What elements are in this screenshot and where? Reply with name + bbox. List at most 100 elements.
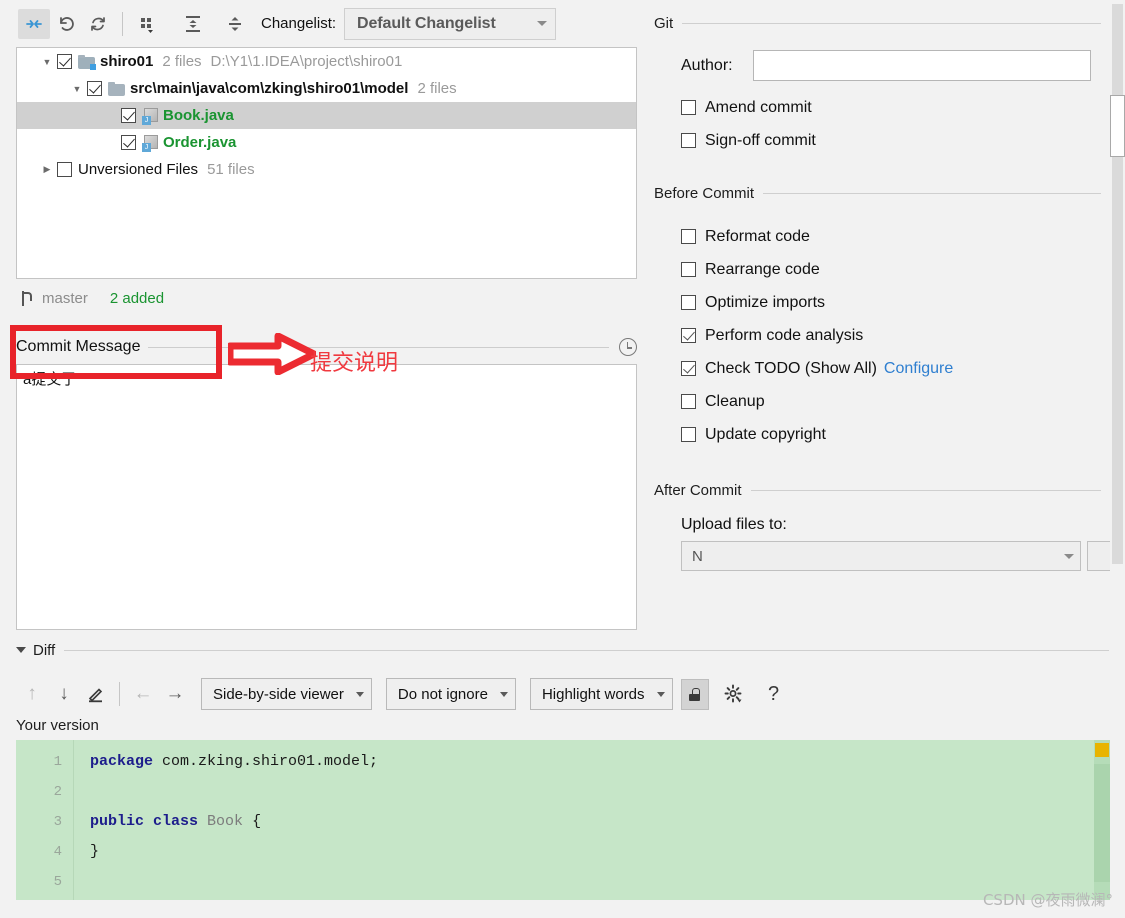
collapse-all-icon[interactable] <box>219 9 251 39</box>
show-diff-icon[interactable] <box>18 8 50 39</box>
cleanup-checkbox[interactable]: Cleanup <box>645 385 1125 418</box>
expand-all-icon[interactable] <box>177 9 209 39</box>
checkbox-box[interactable] <box>681 361 696 376</box>
chevron-down-icon <box>355 691 364 697</box>
after-commit-group-label: After Commit <box>654 481 742 499</box>
lock-icon[interactable] <box>680 678 709 710</box>
table-row[interactable]: Order.java <box>17 129 636 156</box>
before-commit-group-header: Before Commit <box>645 180 1125 206</box>
code-content[interactable]: package com.zking.shiro01.model; public … <box>74 740 1110 900</box>
git-group-header: Git <box>645 10 1125 36</box>
table-row[interactable]: Unversioned Files 51 files <box>17 156 636 183</box>
checkbox-box[interactable] <box>681 295 696 310</box>
code-line: package com.zking.shiro01.model; <box>90 747 1110 777</box>
checkbox-box[interactable] <box>681 427 696 442</box>
diff-section-header[interactable]: Diff <box>16 637 1109 663</box>
row-name: Unversioned Files <box>78 161 199 178</box>
scrollbar-thumb[interactable] <box>1094 764 1110 882</box>
code-token: com.zking.shiro01.model; <box>153 753 379 770</box>
code-token: package <box>90 753 154 770</box>
commit-message-input[interactable]: a提交了 <box>16 364 637 630</box>
after-commit-group-header: After Commit <box>645 477 1125 503</box>
update-copyright-checkbox[interactable]: Update copyright <box>645 418 1125 451</box>
line-number: 4 <box>53 844 62 860</box>
toolbar-divider <box>122 11 123 36</box>
java-file-icon <box>142 107 158 125</box>
checkbox-box[interactable] <box>681 328 696 343</box>
chevron-down-icon[interactable] <box>16 647 26 653</box>
author-label: Author: <box>681 56 733 74</box>
reformat-code-checkbox[interactable]: Reformat code <box>645 220 1125 253</box>
checkbox-label: Reformat code <box>705 227 810 245</box>
configure-link[interactable]: Configure <box>884 360 953 378</box>
divider <box>64 649 1109 651</box>
check-todo-checkbox[interactable]: Check TODO (Show All) Configure <box>645 352 1125 385</box>
diff-editor[interactable]: 1 2 3 4 5 package com.zking.shiro01.mode… <box>16 740 1110 900</box>
highlight-mode-value: Highlight words <box>541 685 645 703</box>
checkbox-label: Update copyright <box>705 425 826 443</box>
checkbox-box[interactable] <box>681 394 696 409</box>
highlight-mode-dropdown[interactable]: Highlight words <box>529 678 673 710</box>
perform-code-analysis-checkbox[interactable]: Perform code analysis <box>645 319 1125 352</box>
table-row[interactable]: Book.java <box>17 102 636 129</box>
diff-section-label: Diff <box>33 641 56 659</box>
editor-scrollbar[interactable] <box>1094 740 1110 900</box>
whitespace-mode-dropdown[interactable]: Do not ignore <box>385 678 516 710</box>
sign-off-commit-checkbox[interactable]: Sign-off commit <box>645 124 1125 157</box>
checkbox-box[interactable] <box>681 100 696 115</box>
arrow-down-icon[interactable]: ↓ <box>48 679 80 709</box>
changelist-dropdown[interactable]: Default Changelist <box>344 7 557 40</box>
code-token: public class <box>90 813 199 830</box>
left-edge-filler <box>0 47 16 630</box>
optimize-imports-checkbox[interactable]: Optimize imports <box>645 286 1125 319</box>
code-line: } <box>90 837 1110 867</box>
pencil-icon[interactable] <box>80 679 112 709</box>
row-checkbox[interactable] <box>121 135 136 150</box>
checkbox-box[interactable] <box>681 262 696 277</box>
expand-arrow-icon[interactable] <box>37 164 57 175</box>
refresh-icon[interactable] <box>82 9 114 39</box>
checkbox-box[interactable] <box>681 133 696 148</box>
row-checkbox[interactable] <box>57 54 72 69</box>
line-number: 1 <box>53 754 62 770</box>
scrollbar-thumb[interactable] <box>1110 95 1125 157</box>
rearrange-code-checkbox[interactable]: Rearrange code <box>645 253 1125 286</box>
arrow-right-icon[interactable]: → <box>159 679 191 709</box>
upload-target-row: N <box>645 541 1125 571</box>
checkbox-box[interactable] <box>681 229 696 244</box>
amend-commit-checkbox[interactable]: Amend commit <box>645 91 1125 124</box>
changes-summary: 2 added <box>109 289 165 307</box>
row-checkbox[interactable] <box>87 81 102 96</box>
author-field[interactable] <box>753 50 1091 81</box>
gear-icon[interactable] <box>717 679 751 710</box>
row-name: src\main\java\com\zking\shiro01\model <box>130 80 409 97</box>
row-meta: 2 files <box>162 53 202 70</box>
changelist-label-text: Changelist: <box>261 15 337 32</box>
expand-arrow-icon[interactable] <box>67 84 87 94</box>
checkbox-label: Optimize imports <box>705 293 826 311</box>
row-name: Order.java <box>163 134 237 151</box>
options-scrollbar[interactable] <box>1110 0 1125 637</box>
changes-tree[interactable]: shiro01 2 files D:\Y1\1.IDEA\project\shi… <box>16 47 637 279</box>
question-mark-icon[interactable]: ? <box>759 679 789 710</box>
line-number-gutter: 1 2 3 4 5 <box>16 740 74 900</box>
table-row[interactable]: shiro01 2 files D:\Y1\1.IDEA\project\shi… <box>17 48 636 75</box>
expand-arrow-icon[interactable] <box>37 57 57 67</box>
revert-icon[interactable] <box>50 9 82 39</box>
code-token: } <box>90 843 100 860</box>
row-path: D:\Y1\1.IDEA\project\shiro01 <box>210 53 403 70</box>
commit-options-panel: Git Author: Amend commit Sign-off commit… <box>645 0 1125 637</box>
row-checkbox[interactable] <box>121 108 136 123</box>
scrollbar-track[interactable] <box>1112 4 1123 564</box>
clock-icon[interactable] <box>619 338 637 356</box>
arrow-up-icon[interactable]: ↑ <box>16 679 48 709</box>
row-checkbox[interactable] <box>57 162 72 177</box>
upload-target-dropdown[interactable]: N <box>681 541 1081 571</box>
table-row[interactable]: src\main\java\com\zking\shiro01\model 2 … <box>17 75 636 102</box>
group-by-icon[interactable] <box>131 9 163 39</box>
branch-status-bar: master 2 added <box>16 283 637 313</box>
changelist-toolbar: Changelist: Default Changelist <box>0 0 645 47</box>
arrow-left-icon[interactable]: ← <box>127 679 159 709</box>
viewer-mode-dropdown[interactable]: Side-by-side viewer <box>201 678 372 710</box>
editor-warning-marker[interactable] <box>1095 743 1109 757</box>
